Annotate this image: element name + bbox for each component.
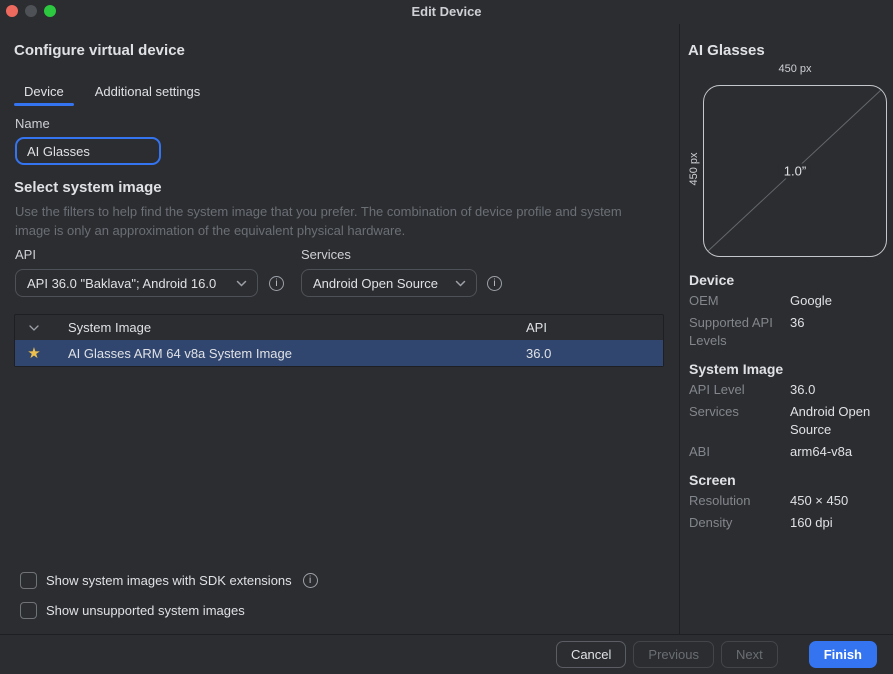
spec-value: 160 dpi	[790, 514, 887, 532]
sdk-extensions-info-icon[interactable]: i	[303, 573, 318, 588]
spec-value: Google	[790, 292, 887, 310]
spec-row-abi: ABI arm64-v8a	[689, 443, 887, 461]
spec-label: Services	[689, 403, 790, 439]
api-dropdown[interactable]: API 36.0 "Baklava"; Android 16.0	[15, 269, 258, 297]
screen-diagonal-label: 1.0”	[779, 164, 811, 179]
spec-value: arm64-v8a	[790, 443, 887, 461]
sdk-extensions-checkbox[interactable]	[20, 572, 37, 589]
table-row[interactable]: ★ AI Glasses ARM 64 v8a System Image 36.…	[15, 340, 663, 366]
tab-bar: Device Additional settings	[14, 79, 210, 103]
device-screen-preview: 1.0”	[703, 85, 887, 257]
panel-divider	[679, 24, 680, 634]
name-label: Name	[15, 116, 50, 131]
table-header-row[interactable]: System Image API	[15, 315, 663, 340]
window-title: Edit Device	[0, 4, 893, 19]
checkbox-row-unsupported: Show unsupported system images	[20, 602, 245, 619]
finish-button[interactable]: Finish	[809, 641, 877, 668]
checkbox-row-sdk-extensions: Show system images with SDK extensions i	[20, 572, 318, 589]
row-api-value: 36.0	[526, 346, 663, 361]
tab-device[interactable]: Device	[14, 79, 74, 103]
spec-value: 36	[790, 314, 887, 350]
section-description: Use the filters to help find the system …	[15, 202, 637, 240]
spec-label: ABI	[689, 443, 790, 461]
sort-chevron-down-icon	[29, 325, 39, 331]
api-label: API	[15, 247, 36, 262]
sdk-extensions-label: Show system images with SDK extensions	[46, 573, 292, 588]
spec-row-supported-api: Supported API Levels 36	[689, 314, 887, 350]
spec-label: Resolution	[689, 492, 790, 510]
spec-row-resolution: Resolution 450 × 450	[689, 492, 887, 510]
spec-value: 36.0	[790, 381, 887, 399]
screen-height-label: 450 px	[688, 127, 700, 211]
api-info-icon[interactable]: i	[269, 276, 284, 291]
page-title: Configure virtual device	[14, 42, 185, 59]
star-icon[interactable]: ★	[27, 346, 40, 361]
api-dropdown-value: API 36.0 "Baklava"; Android 16.0	[27, 276, 216, 291]
section-title-system-image: Select system image	[14, 179, 162, 196]
previous-button[interactable]: Previous	[633, 641, 714, 668]
services-info-icon[interactable]: i	[487, 276, 502, 291]
chevron-down-icon	[455, 280, 466, 287]
services-dropdown-value: Android Open Source	[313, 276, 438, 291]
tab-device-label: Device	[24, 84, 64, 99]
table-sort-cell[interactable]	[15, 325, 53, 331]
titlebar: Edit Device	[0, 0, 893, 24]
name-input[interactable]	[15, 137, 161, 165]
unsupported-images-checkbox[interactable]	[20, 602, 37, 619]
spec-heading-system-image: System Image	[689, 361, 887, 377]
services-dropdown[interactable]: Android Open Source	[301, 269, 477, 297]
tab-additional-settings[interactable]: Additional settings	[85, 79, 211, 103]
device-preview-title: AI Glasses	[688, 42, 765, 59]
spec-row-services: Services Android Open Source	[689, 403, 887, 439]
next-button[interactable]: Next	[721, 641, 778, 668]
spec-heading-device: Device	[689, 272, 887, 288]
column-header-api[interactable]: API	[526, 320, 663, 335]
spec-value: 450 × 450	[790, 492, 887, 510]
spec-label: OEM	[689, 292, 790, 310]
system-image-table: System Image API ★ AI Glasses ARM 64 v8a…	[14, 314, 664, 367]
spec-heading-screen: Screen	[689, 472, 887, 488]
cancel-button[interactable]: Cancel	[556, 641, 626, 668]
tab-additional-settings-label: Additional settings	[95, 84, 201, 99]
row-system-image-name: AI Glasses ARM 64 v8a System Image	[53, 346, 526, 361]
unsupported-images-label: Show unsupported system images	[46, 603, 245, 618]
dialog-footer: Cancel Previous Next Finish	[0, 634, 893, 674]
spec-value: Android Open Source	[790, 403, 887, 439]
screen-width-label: 450 px	[703, 63, 887, 75]
spec-row-density: Density 160 dpi	[689, 514, 887, 532]
services-label: Services	[301, 247, 351, 262]
spec-label: API Level	[689, 381, 790, 399]
spec-row-api-level: API Level 36.0	[689, 381, 887, 399]
spec-row-oem: OEM Google	[689, 292, 887, 310]
chevron-down-icon	[236, 280, 247, 287]
device-specs: Device OEM Google Supported API Levels 3…	[689, 272, 887, 532]
spec-label: Density	[689, 514, 790, 532]
spec-label: Supported API Levels	[689, 314, 790, 350]
column-header-system-image[interactable]: System Image	[53, 320, 526, 335]
